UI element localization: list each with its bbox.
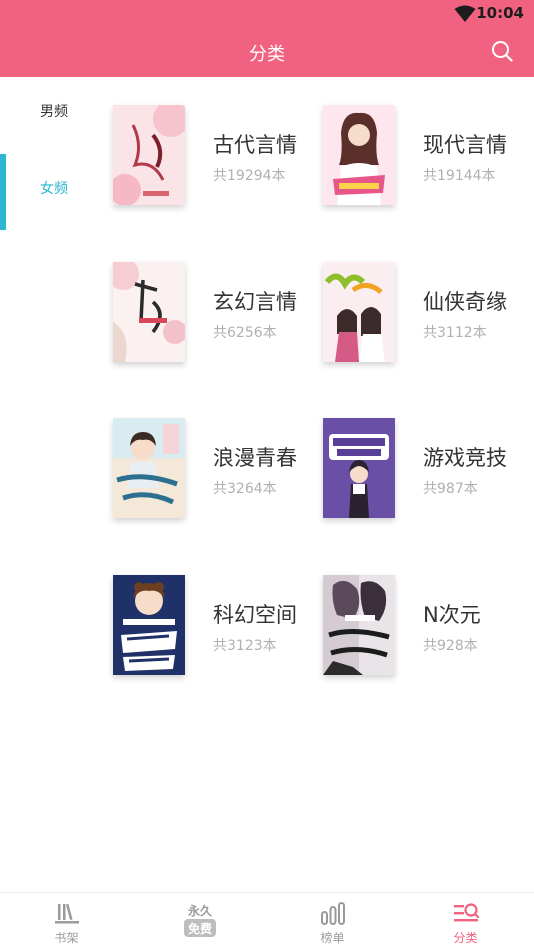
page-title: 分类 bbox=[249, 44, 285, 65]
category-count: 共987本 bbox=[423, 481, 478, 497]
tab-bookshelf[interactable]: 书架 bbox=[0, 893, 133, 949]
wifi-icon bbox=[454, 5, 476, 22]
book-cover bbox=[323, 575, 395, 675]
book-cover bbox=[113, 105, 185, 205]
category-gaming[interactable]: 游戏竞技 共987本 bbox=[306, 390, 516, 518]
ranking-icon bbox=[320, 902, 345, 925]
category-count: 共3123本 bbox=[213, 638, 277, 654]
app-bar: 分类 bbox=[0, 28, 534, 77]
category-name: 科幻空间 bbox=[213, 603, 297, 627]
book-cover bbox=[323, 262, 395, 362]
bottom-navigation: 书架 永久 免费 榜单 分类 bbox=[0, 892, 534, 949]
bookshelf-icon bbox=[54, 903, 79, 924]
category-xianxia-romance[interactable]: 仙侠奇缘 共3112本 bbox=[306, 234, 516, 362]
book-cover bbox=[113, 418, 185, 518]
book-cover bbox=[113, 575, 185, 675]
category-n-dimension[interactable]: N次元 共928本 bbox=[306, 547, 516, 675]
category-youth-romance[interactable]: 浪漫青春 共3264本 bbox=[96, 390, 306, 518]
category-count: 共928本 bbox=[423, 638, 478, 654]
category-count: 共3112本 bbox=[423, 325, 487, 341]
category-name: 玄幻言情 bbox=[213, 290, 297, 314]
category-count: 共3264本 bbox=[213, 481, 277, 497]
status-bar: 10:04 bbox=[0, 0, 534, 28]
category-count: 共6256本 bbox=[213, 325, 277, 341]
category-count: 共19294本 bbox=[213, 168, 286, 184]
category-modern-romance[interactable]: 现代言情 共19144本 bbox=[306, 77, 516, 205]
active-indicator bbox=[0, 154, 6, 230]
category-name: 浪漫青春 bbox=[213, 446, 297, 470]
category-name: 游戏竞技 bbox=[423, 446, 507, 470]
book-cover bbox=[323, 418, 395, 518]
tab-label: 分类 bbox=[453, 931, 478, 945]
category-sidebar: 男频 女频 bbox=[0, 77, 96, 892]
search-icon[interactable] bbox=[490, 39, 514, 63]
category-ancient-romance[interactable]: 古代言情 共19294本 bbox=[96, 77, 306, 205]
tab-label: 榜单 bbox=[320, 931, 345, 945]
sidebar-item-label: 男频 bbox=[40, 104, 68, 120]
category-name: 现代言情 bbox=[423, 133, 507, 157]
category-fantasy-romance[interactable]: 玄幻言情 共6256本 bbox=[96, 234, 306, 362]
category-count: 共19144本 bbox=[423, 168, 496, 184]
tab-free[interactable]: 永久 免费 bbox=[133, 893, 266, 949]
sidebar-item-label: 女频 bbox=[40, 181, 68, 197]
status-time: 10:04 bbox=[476, 4, 524, 22]
book-cover bbox=[113, 262, 185, 362]
free-badge-bottom-text: 免费 bbox=[187, 921, 211, 936]
tab-label: 书架 bbox=[54, 931, 79, 945]
category-name: N次元 bbox=[423, 603, 481, 627]
category-name: 古代言情 bbox=[213, 133, 297, 157]
category-scifi[interactable]: 科幻空间 共3123本 bbox=[96, 547, 306, 675]
tab-ranking[interactable]: 榜单 bbox=[266, 893, 399, 949]
sidebar-item-female[interactable]: 女频 bbox=[0, 154, 96, 230]
tab-category[interactable]: 分类 bbox=[399, 893, 532, 949]
book-cover bbox=[323, 105, 395, 205]
free-badge-top-text: 永久 bbox=[186, 903, 212, 918]
category-icon bbox=[453, 903, 479, 922]
sidebar-item-male[interactable]: 男频 bbox=[0, 77, 96, 153]
free-badge-icon: 永久 免费 bbox=[183, 903, 216, 937]
category-name: 仙侠奇缘 bbox=[423, 290, 507, 314]
